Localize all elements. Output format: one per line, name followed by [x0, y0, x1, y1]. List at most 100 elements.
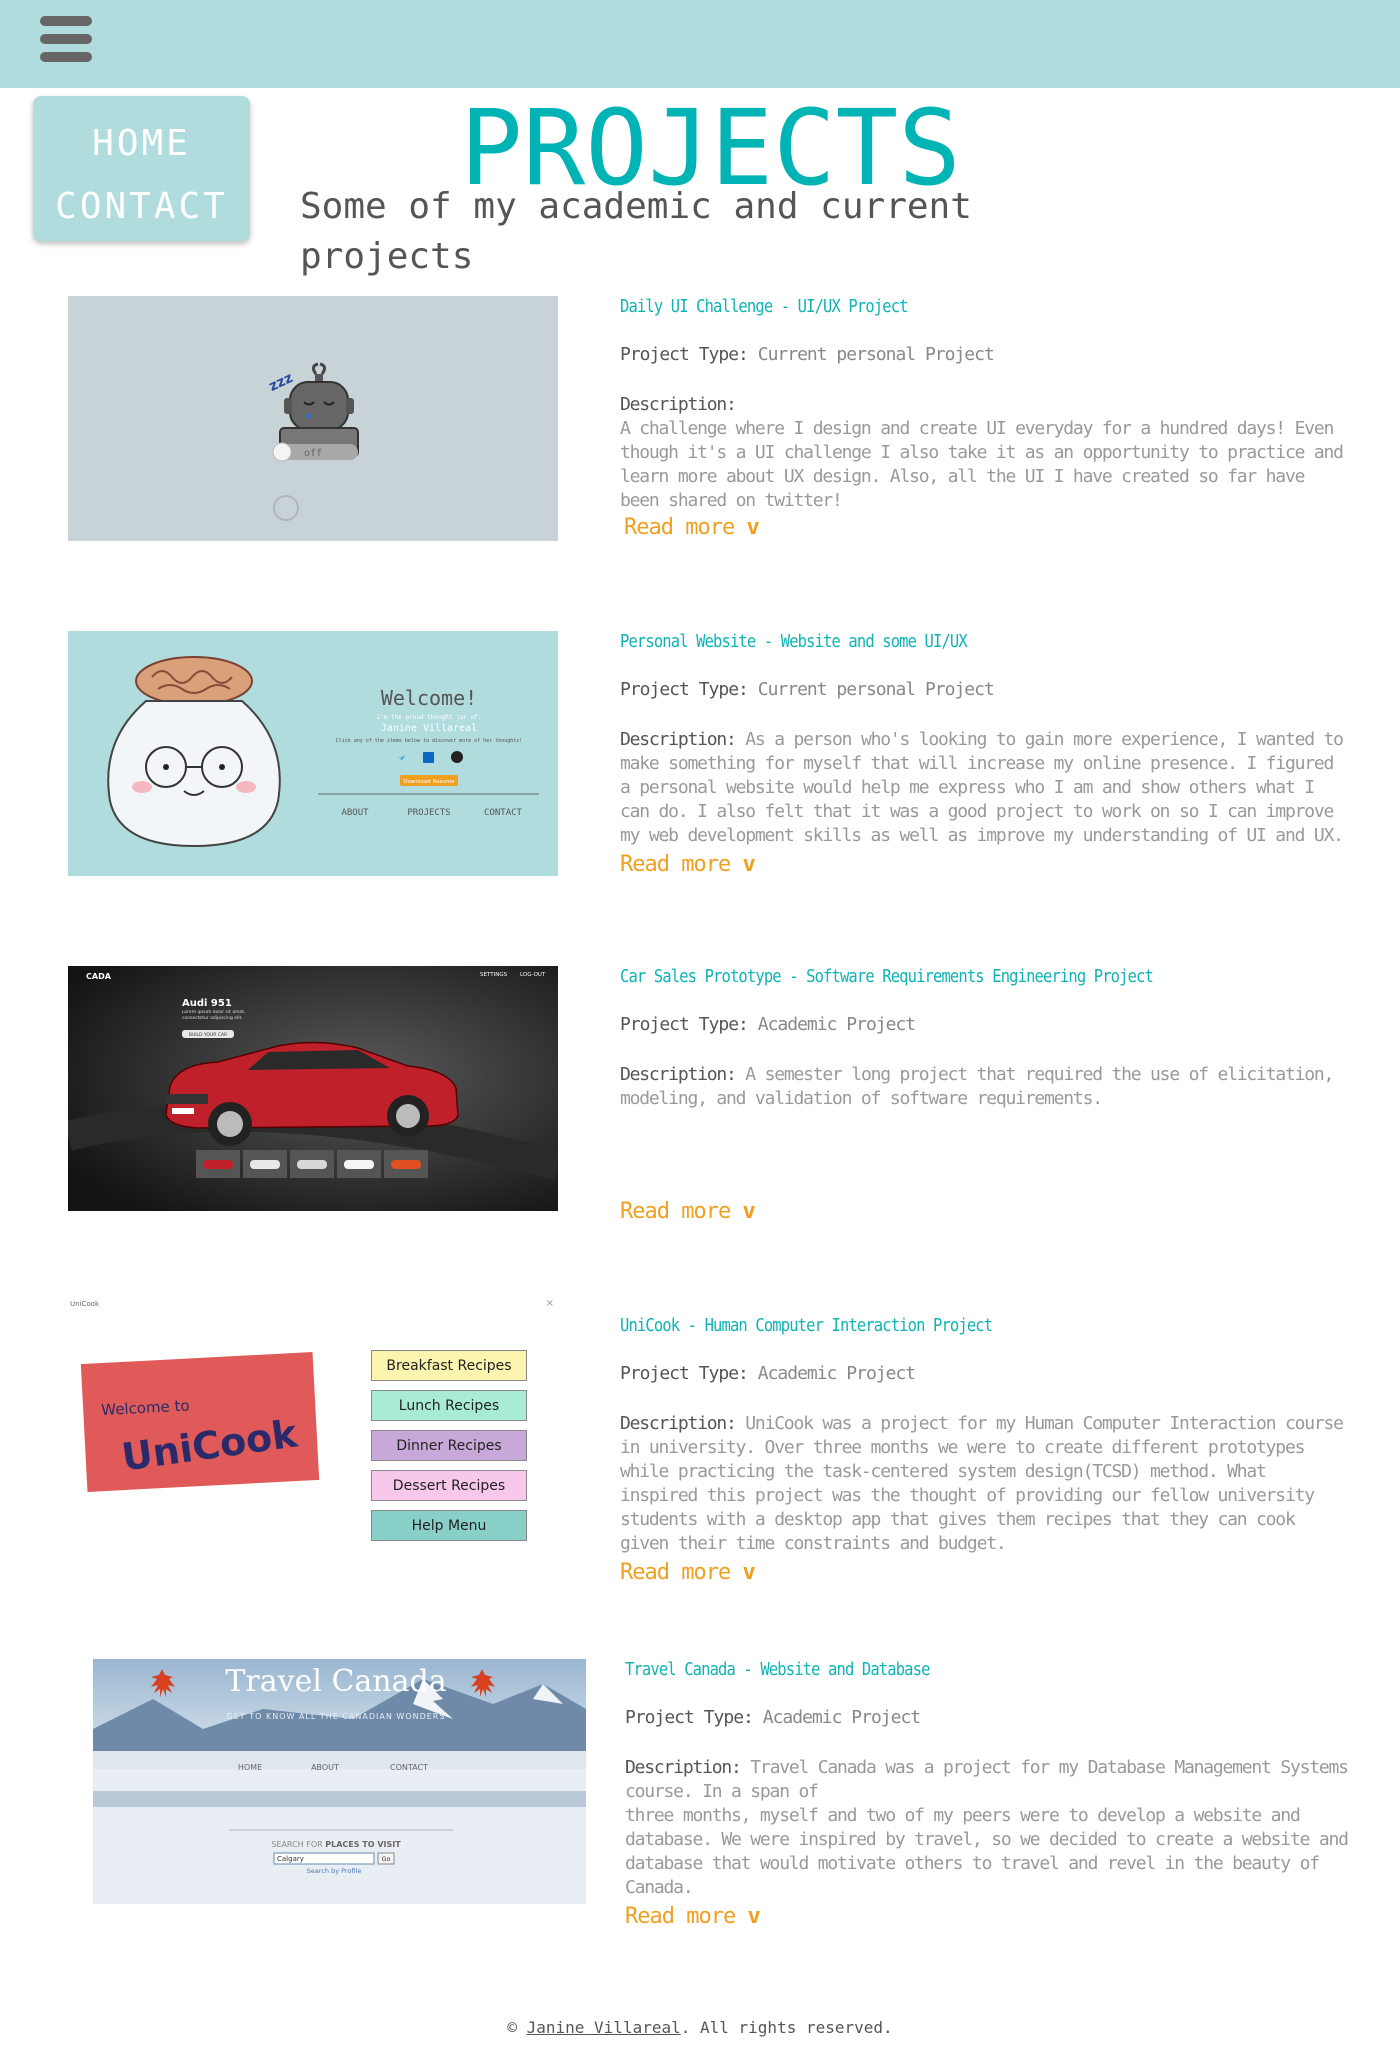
unicook-logo: UniCook: [119, 1411, 300, 1480]
recipe-button[interactable]: Dinner Recipes: [371, 1430, 527, 1461]
tc-go-button: Go: [381, 1855, 390, 1863]
car-swatch[interactable]: [384, 1150, 428, 1178]
read-more-label: Read more: [620, 1199, 731, 1224]
recipe-button[interactable]: Breakfast Recipes: [371, 1350, 527, 1381]
recipe-button-label: Dinner Recipes: [396, 1437, 502, 1454]
project-type-label: Project Type:: [620, 679, 749, 700]
car-swatch-color: [250, 1159, 280, 1169]
footer: © Janine Villareal. All rights reserved.: [0, 2018, 1400, 2037]
car-swatch[interactable]: [196, 1150, 240, 1178]
page-subtitle: Some of my academic and current projects: [300, 186, 972, 277]
project-type-value: Current personal Project: [757, 679, 995, 700]
project-type: Project Type: Academic Project: [625, 1706, 1355, 1730]
project-title: Personal Website - Website and some UI/U…: [620, 631, 968, 652]
car-sales-thumbnail[interactable]: CADA SETTINGS LOG-OUT Audi 951 Lorem ips…: [68, 966, 558, 1211]
copyright-symbol: ©: [507, 2018, 517, 2037]
description-label: Description:: [620, 1413, 737, 1434]
chevron-down-icon: v: [742, 852, 755, 877]
tc-search-by-profile: Search by Profile: [307, 1867, 362, 1875]
footer-rights: . All rights reserved.: [680, 2018, 893, 2037]
project-type: Project Type: Academic Project: [620, 1362, 1350, 1386]
car-blurb: Lorem ipsum dolor sit amet, consectetur …: [182, 1010, 246, 1021]
project-type-value: Academic Project: [757, 1363, 916, 1384]
read-more-link[interactable]: Read more v: [620, 1199, 756, 1224]
car-swatch[interactable]: [243, 1150, 287, 1178]
recipe-button[interactable]: Lunch Recipes: [371, 1390, 527, 1421]
car-swatch-color: [344, 1159, 374, 1169]
nav-contact-link[interactable]: CONTACT: [33, 175, 250, 238]
project-description: Description: A semester long project tha…: [620, 1063, 1350, 1111]
car-thumbnail-strip: [196, 1150, 428, 1178]
travel-canada-thumbnail[interactable]: Travel Canada GET TO KNOW ALL THE CANADI…: [93, 1659, 586, 1904]
jar-nav-contact: CONTACT: [484, 808, 523, 818]
project-type-label: Project Type:: [620, 1363, 749, 1384]
jar-nav-about: ABOUT: [341, 808, 369, 818]
top-bar: [0, 0, 1400, 88]
car-swatch-color: [297, 1159, 327, 1169]
read-more-link[interactable]: Read more v: [625, 1904, 761, 1929]
recipe-button-label: Dessert Recipes: [392, 1477, 506, 1494]
project-info: Travel Canada - Website and Database Pro…: [625, 1659, 1355, 1929]
project-type-label: Project Type:: [620, 344, 749, 365]
robot-illustration: off zzz: [267, 362, 359, 521]
footer-name-link[interactable]: Janine Villareal: [527, 2018, 681, 2037]
unicook-window-title: UniCook: [70, 1300, 100, 1308]
daily-ui-thumbnail[interactable]: off zzz: [68, 296, 558, 541]
project-type-label: Project Type:: [625, 1707, 754, 1728]
nav-menu: HOME CONTACT: [33, 96, 250, 241]
unicook-thumbnail[interactable]: UniCook × Welcome to UniCook Breakfast R…: [68, 1298, 558, 1543]
project-description: Description: UniCook was a project for m…: [620, 1412, 1350, 1556]
read-more-link[interactable]: Read more v: [620, 1560, 756, 1585]
help-menu-label: Help Menu: [411, 1517, 487, 1534]
read-more-link[interactable]: Read more v: [620, 852, 756, 877]
help-menu-button[interactable]: Help Menu: [371, 1510, 527, 1541]
chevron-down-icon: v: [747, 1904, 760, 1929]
travel-canada-tagline: GET TO KNOW ALL THE CANADIAN WONDERS: [227, 1712, 446, 1721]
unicook-window-bar: UniCook: [70, 1300, 99, 1308]
tc-search-input: Calgary: [277, 1855, 304, 1863]
project-info: UniCook - Human Computer Interaction Pro…: [620, 1315, 1350, 1585]
project-type: Project Type: Current personal Project: [620, 678, 1350, 702]
hamburger-menu-icon[interactable]: [40, 16, 94, 72]
jar-tagline: I'm the proud thought jar of:: [377, 714, 482, 721]
tc-nav-about: ABOUT: [311, 1763, 339, 1772]
nav-home-link[interactable]: HOME: [33, 112, 250, 175]
project-title: Travel Canada - Website and Database: [625, 1659, 930, 1680]
github-icon: [451, 751, 463, 763]
project-type: Project Type: Academic Project: [620, 1013, 1350, 1037]
toggle-label: off: [304, 448, 322, 459]
car-swatch[interactable]: [290, 1150, 334, 1178]
recipe-button-label: Breakfast Recipes: [386, 1357, 512, 1374]
settings-link: SETTINGS: [480, 972, 508, 978]
project-description: Description: As a person who's looking t…: [620, 728, 1350, 848]
tc-nav-contact: CONTACT: [390, 1763, 428, 1772]
chevron-down-icon: v: [742, 1560, 755, 1585]
recipe-button[interactable]: Dessert Recipes: [371, 1470, 527, 1501]
welcome-heading: Welcome!: [381, 686, 477, 710]
car-swatch[interactable]: [337, 1150, 381, 1178]
logout-link: LOG-OUT: [520, 972, 546, 978]
chevron-down-icon: v: [742, 1199, 755, 1224]
linkedin-icon: [423, 752, 434, 763]
read-more-label: Read more: [624, 515, 735, 540]
project-description: Description: A challenge where I design a…: [620, 393, 1350, 513]
description-text: UniCook was a project for my Human Compu…: [620, 1413, 1344, 1554]
owner-name: Janine Villareal: [381, 723, 477, 734]
jar-nav-projects: PROJECTS: [407, 808, 450, 818]
description-text: three months, myself and two of my peers…: [625, 1805, 1349, 1898]
project-title: Daily UI Challenge - UI/UX Project: [620, 296, 909, 317]
read-more-link[interactable]: Read more v: [624, 515, 760, 540]
jar-illustration: Welcome! I'm the proud thought jar of: J…: [107, 656, 539, 848]
project-info: Daily UI Challenge - UI/UX Project Proje…: [620, 296, 1350, 540]
car-swatch-color: [391, 1159, 421, 1169]
personal-website-thumbnail[interactable]: Welcome! I'm the proud thought jar of: J…: [68, 631, 558, 876]
build-car-button: BUILD YOUR CAR: [189, 1032, 227, 1038]
close-icon[interactable]: ×: [546, 1298, 554, 1309]
jar-hint: Click any of the items below to discover…: [336, 738, 523, 744]
project-title: UniCook - Human Computer Interaction Pro…: [620, 1315, 993, 1336]
description-label: Description:: [625, 1757, 742, 1778]
read-more-label: Read more: [620, 1560, 731, 1585]
description-text: A challenge where I design and create UI…: [620, 418, 1344, 511]
unicook-welcome-text: Welcome to: [100, 1396, 191, 1420]
download-resume-button: Download Resume: [403, 779, 455, 785]
